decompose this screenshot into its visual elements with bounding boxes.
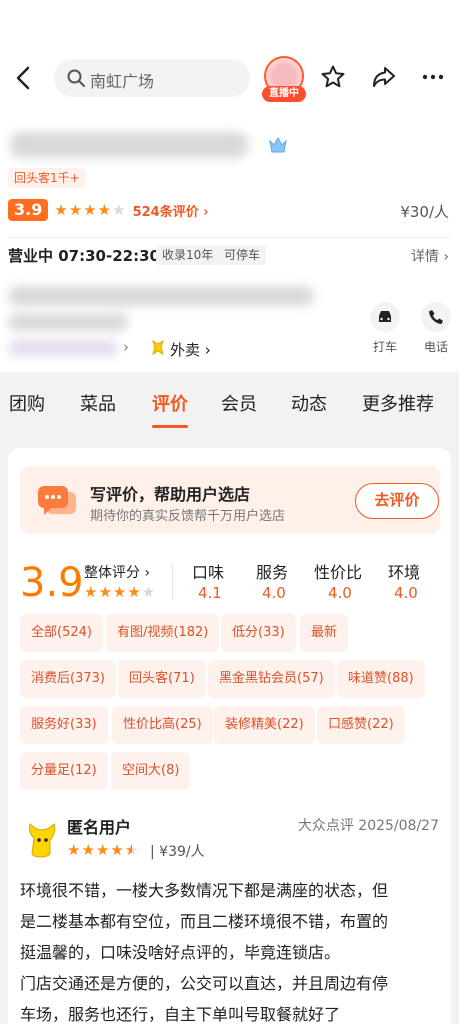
taste-label: 口味 — [192, 563, 225, 582]
business-hours: 营业中 07:30-22:30 — [8, 247, 160, 265]
filter-chip-all[interactable]: 全部(524) — [20, 614, 103, 652]
taxi-button[interactable]: 打车 — [363, 302, 407, 355]
overall-stars-icon: ★★★★★ — [84, 583, 157, 601]
tab-more-recommendations[interactable]: 更多推荐 — [362, 390, 434, 416]
filter-chip-texture[interactable]: 口感赞(22) — [317, 706, 405, 744]
listing-years-chip: 收录10年 — [156, 245, 220, 265]
returning-customer-badge: 回头客1千+ — [8, 168, 86, 188]
filter-chip-decor[interactable]: 装修精美(22) — [214, 706, 315, 744]
takeout-icon — [150, 338, 166, 360]
section-tabs: 团购 菜品 评价 会员 动态 更多推荐 — [0, 390, 459, 430]
environment-score: 4.0 — [394, 584, 418, 602]
review-count-link[interactable]: 524条评价 › — [133, 201, 209, 220]
detail-link[interactable]: 详情 › — [411, 246, 449, 266]
car-icon — [370, 302, 400, 332]
filter-chip-after-purchase[interactable]: 消费后(373) — [20, 660, 116, 698]
shop-score: 3.9 — [8, 199, 49, 221]
review-text[interactable]: 环境很不错，一楼大多数情况下都是满座的状态，但 是二楼基本都有空位，而且二楼环境… — [20, 875, 442, 1024]
value-score: 4.0 — [328, 584, 352, 602]
parking-chip: 可停车 — [218, 245, 267, 265]
phone-label: 电话 — [423, 340, 448, 354]
tab-dishes[interactable]: 菜品 — [80, 390, 116, 416]
avg-price: ¥30/人 — [400, 203, 449, 221]
divider — [172, 564, 173, 600]
shop-name-blur — [10, 132, 248, 158]
review-source-date: 大众点评 2025/08/27 — [297, 818, 439, 834]
environment-label: 环境 — [388, 563, 421, 582]
shop-stars-icon: ★★★★★ — [54, 201, 127, 219]
live-stream-avatar[interactable]: 直播中 — [262, 56, 306, 104]
share-icon[interactable] — [371, 64, 397, 90]
filter-chip-media[interactable]: 有图/视频(182) — [106, 614, 220, 652]
address-blur — [8, 286, 314, 306]
takeout-link[interactable]: 外卖 › — [150, 338, 211, 360]
search-input[interactable]: 南虹广场 — [54, 59, 250, 97]
filter-chip-returning[interactable]: 回头客(71) — [118, 660, 206, 698]
divider — [8, 237, 451, 238]
filter-chip-latest[interactable]: 最新 — [300, 614, 349, 652]
service-label: 服务 — [256, 563, 289, 582]
write-review-subtitle: 期待你的真实反馈帮千万用户选店 — [90, 509, 286, 524]
search-placeholder: 南虹广场 — [90, 72, 155, 91]
tab-membership[interactable]: 会员 — [221, 390, 257, 416]
distance-blur — [8, 340, 118, 356]
service-score: 4.0 — [262, 584, 286, 602]
review-line: 门店交通还是方便的，公交可以直达，并且周边有停 — [20, 974, 389, 993]
filter-chip-portion[interactable]: 分量足(12) — [20, 752, 108, 790]
reviewer-name[interactable]: 匿名用户 — [67, 814, 131, 838]
taxi-label: 打车 — [372, 340, 397, 354]
tab-reviews[interactable]: 评价 — [152, 390, 188, 416]
active-tab-indicator — [152, 425, 188, 428]
more-icon[interactable] — [420, 64, 446, 90]
overall-rating-link[interactable]: 整体评分 › — [84, 562, 150, 582]
filter-chip-value[interactable]: 性价比高(25) — [112, 706, 213, 744]
address-blur — [8, 313, 128, 331]
write-review-button[interactable]: 去评价 — [355, 483, 439, 519]
write-review-title: 写评价，帮助用户选店 — [90, 485, 251, 504]
taste-score: 4.1 — [198, 584, 222, 602]
crown-icon — [268, 136, 288, 154]
phone-icon — [421, 302, 451, 332]
overall-score: 3.9 — [20, 560, 84, 606]
review-price: | ¥39/人 — [150, 844, 205, 860]
filter-chip-vip[interactable]: 黑金黑钻会员(57) — [208, 660, 335, 698]
review-line: 环境很不错，一楼大多数情况下都是满座的状态，但 — [20, 881, 389, 900]
live-badge: 直播中 — [262, 86, 306, 102]
filter-chip-low[interactable]: 低分(33) — [221, 614, 296, 652]
review-stars-icon: ★★★★★★ — [67, 841, 140, 859]
favorite-star-icon[interactable] — [320, 64, 346, 90]
back-icon[interactable] — [12, 64, 36, 92]
filter-chip-tasty[interactable]: 味道赞(88) — [337, 660, 425, 698]
user-avatar-icon[interactable] — [24, 820, 58, 860]
tab-updates[interactable]: 动态 — [291, 390, 327, 416]
takeout-label: 外卖 › — [170, 340, 211, 359]
shop-rating-row[interactable]: 3.9 ★★★★★ 524条评价 › — [8, 198, 209, 222]
chat-bubble-icon — [36, 484, 78, 524]
value-label: 性价比 — [314, 563, 363, 582]
search-icon — [66, 68, 86, 92]
filter-chip-space[interactable]: 空间大(8) — [111, 752, 191, 790]
phone-button[interactable]: 电话 — [414, 302, 458, 355]
tab-group-buy[interactable]: 团购 — [9, 390, 45, 416]
address-arrow[interactable]: › — [123, 338, 129, 356]
review-line: 挺温馨的，口味没啥好点评的，毕竟连锁店。 — [20, 943, 341, 962]
filter-chip-good-service[interactable]: 服务好(33) — [20, 706, 108, 744]
review-line: 车场，服务也还行，自主下单叫号取餐就好了 — [20, 1005, 341, 1024]
review-line: 是二楼基本都有空位，而且二楼环境很不错，布置的 — [20, 912, 389, 931]
